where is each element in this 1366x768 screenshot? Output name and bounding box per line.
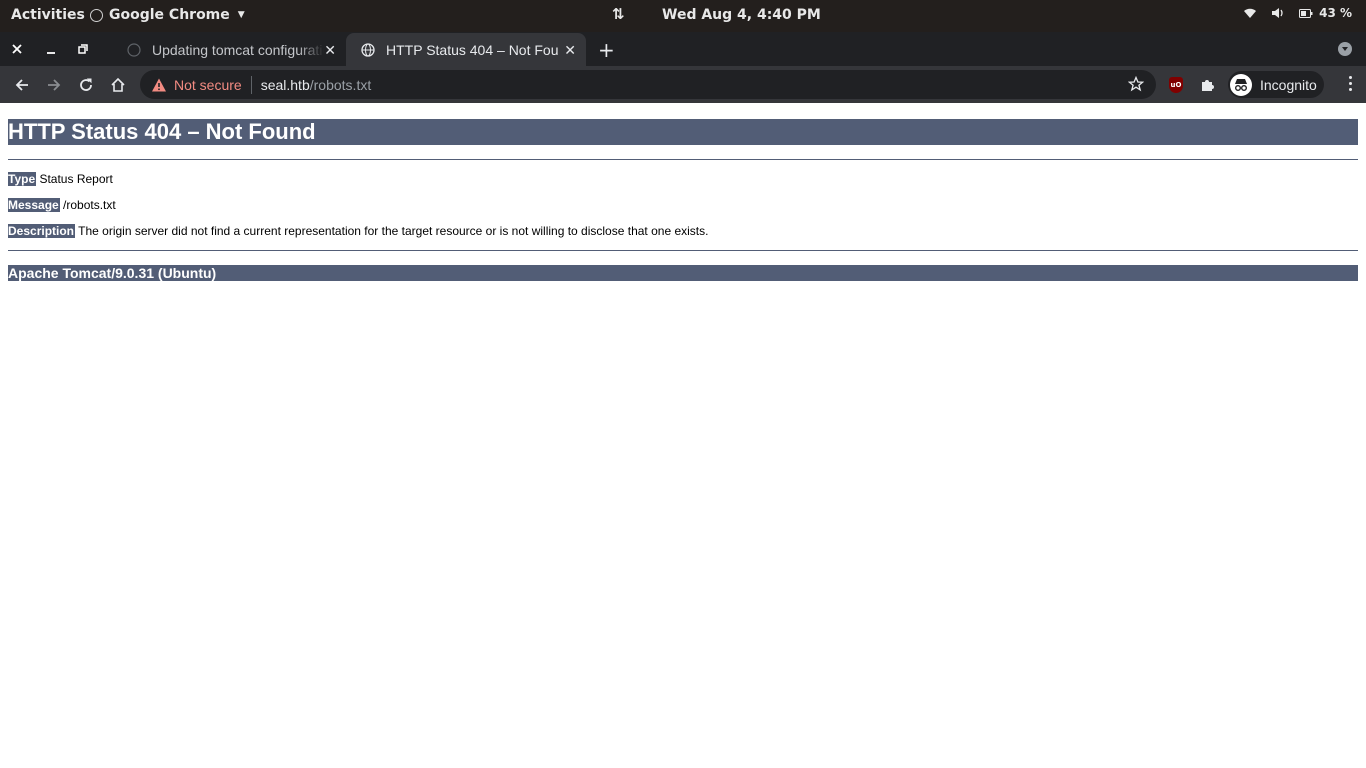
app-menu[interactable]: Google Chrome ▼ <box>90 7 245 23</box>
tab-close-icon[interactable]: ✕ <box>564 42 576 59</box>
browser-toolbar: Not secure seal.htb/robots.txt uO Incogn… <box>0 66 1366 103</box>
type-value: Status Report <box>36 172 113 186</box>
incognito-profile-button[interactable]: Incognito <box>1228 71 1324 98</box>
gnome-top-bar: Activities Google Chrome ▼ ⇅ Wed Aug 4, … <box>0 0 1366 32</box>
message-row: Message /robots.txt <box>8 198 1358 212</box>
caret-down-icon: ▼ <box>237 10 245 20</box>
divider <box>8 250 1358 251</box>
clock[interactable]: Wed Aug 4, 4:40 PM <box>662 7 821 23</box>
incognito-icon <box>1230 73 1252 96</box>
type-label: Type <box>8 172 37 186</box>
message-value: /robots.txt <box>59 198 116 212</box>
back-arrow-icon[interactable] <box>12 75 32 95</box>
tab-updating-tomcat[interactable]: Updating tomcat configuration ✕ <box>112 33 346 66</box>
home-icon[interactable] <box>108 75 128 95</box>
warning-triangle-icon[interactable] <box>151 77 167 93</box>
tab-http-status-404[interactable]: HTTP Status 404 – Not Found ✕ <box>346 33 586 66</box>
tab-strip: Updating tomcat configuration ✕ HTTP Sta… <box>0 32 1366 66</box>
tab-close-icon[interactable]: ✕ <box>324 42 336 59</box>
window-close-icon[interactable] <box>9 41 25 57</box>
tab-title: Updating tomcat configuration <box>152 41 324 58</box>
tab-title: HTTP Status 404 – Not Found <box>386 41 558 58</box>
system-tray[interactable]: 43 % <box>1243 6 1352 20</box>
activities-button[interactable]: Activities <box>11 7 85 23</box>
github-favicon-icon <box>126 42 142 58</box>
server-footer: Apache Tomcat/9.0.31 (Ubuntu) <box>8 265 1358 281</box>
url-path: /robots.txt <box>309 76 372 93</box>
bookmark-star-icon[interactable] <box>1127 75 1145 95</box>
forward-arrow-icon[interactable] <box>44 75 64 95</box>
tab-search-icon[interactable] <box>1338 42 1352 56</box>
chrome-app-icon <box>90 8 103 22</box>
window-minimize-icon[interactable] <box>43 41 59 57</box>
omnibox-divider <box>250 75 252 94</box>
globe-favicon-icon <box>360 42 376 58</box>
network-activity-icon: ⇅ <box>612 5 625 23</box>
ublock-badge: uO <box>1169 77 1183 93</box>
extensions-puzzle-icon[interactable] <box>1198 75 1218 95</box>
volume-icon <box>1271 7 1285 19</box>
page-content: HTTP Status 404 – Not Found Type Status … <box>8 104 1358 281</box>
ublock-origin-icon[interactable]: uO <box>1166 75 1186 95</box>
description-label: Description <box>8 224 76 238</box>
description-value: The origin server did not find a current… <box>75 224 709 238</box>
chrome-menu-icon[interactable] <box>1349 76 1352 91</box>
description-row: Description The origin server did not fi… <box>8 224 1358 238</box>
type-row: Type Status Report <box>8 172 1358 186</box>
message-label: Message <box>8 198 60 212</box>
app-menu-label: Google Chrome <box>109 7 230 23</box>
battery-indicator: 43 % <box>1299 6 1352 20</box>
address-bar[interactable]: Not secure seal.htb/robots.txt <box>140 70 1156 99</box>
not-secure-label[interactable]: Not secure <box>174 77 242 93</box>
incognito-label: Incognito <box>1260 76 1317 93</box>
reload-icon[interactable] <box>76 75 96 95</box>
url-host: seal.htb <box>260 76 310 93</box>
page-title: HTTP Status 404 – Not Found <box>8 119 1358 145</box>
wifi-icon <box>1243 7 1257 19</box>
battery-percent: 43 % <box>1319 6 1352 20</box>
window-restore-icon[interactable] <box>75 41 91 57</box>
new-tab-plus-icon[interactable]: + <box>598 38 615 62</box>
battery-icon <box>1299 8 1313 18</box>
divider <box>8 159 1358 160</box>
